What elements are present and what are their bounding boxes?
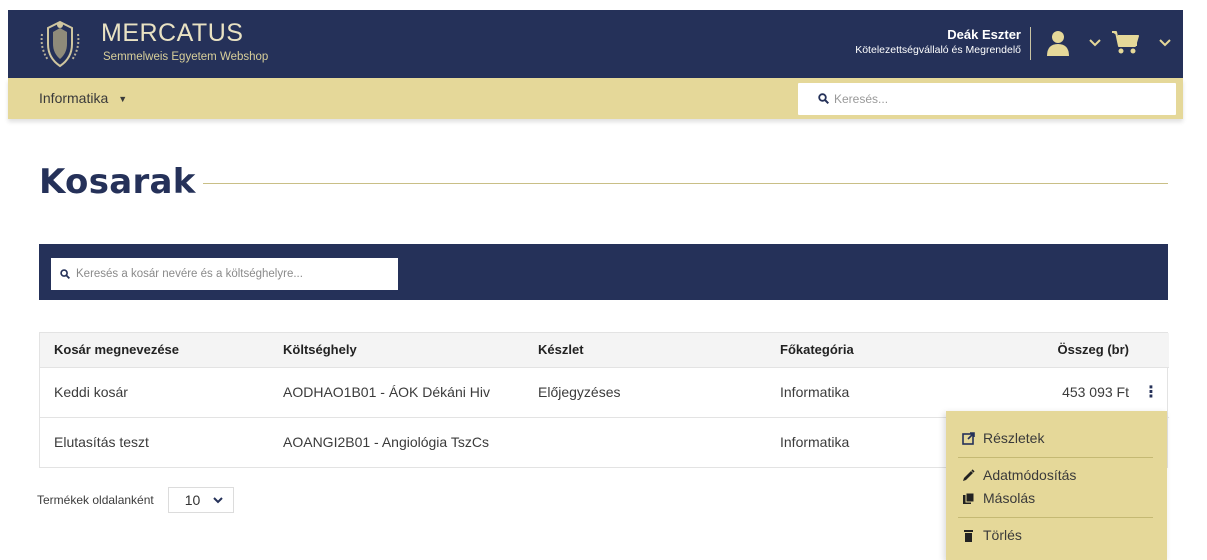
menu-item-details[interactable]: Részletek	[962, 430, 1044, 446]
column-header-total[interactable]: Összeg (br)	[976, 333, 1169, 368]
column-header-category[interactable]: Főkategória	[766, 333, 976, 368]
brand-subtitle: Semmelweis Egyetem Webshop	[103, 51, 269, 63]
basket-name[interactable]: Elutasítás teszt	[40, 417, 269, 467]
external-link-icon	[962, 431, 975, 445]
top-header: MERCATUS Semmelweis Egyetem Webshop Deák…	[8, 10, 1183, 78]
row-actions-menu: Részletek Adatmódosítás Másolás Törlés	[946, 411, 1167, 560]
user-role: Kötelezettségvállaló és Megrendelő	[855, 44, 1021, 56]
user-menu-chevron-down-icon[interactable]	[1089, 39, 1101, 47]
menu-item-delete[interactable]: Törlés	[962, 527, 1022, 543]
table-header-row: Kosár megnevezése Költséghely Készlet Fő…	[40, 333, 1169, 368]
main-category: Informatika	[780, 434, 850, 451]
menu-divider	[958, 457, 1153, 458]
header-search-input[interactable]	[834, 89, 1154, 109]
menu-item-label: Másolás	[983, 490, 1036, 506]
caret-down-icon: ▼	[118, 94, 128, 105]
page-size-select[interactable]: 10	[167, 487, 234, 513]
search-icon	[818, 93, 829, 104]
category-dropdown[interactable]: Informatika ▼	[39, 90, 127, 106]
pencil-icon	[963, 468, 975, 481]
row-actions-kebab-icon[interactable]: ⋮	[1143, 382, 1159, 402]
basket-filter-bar	[39, 244, 1168, 300]
menu-divider	[958, 517, 1153, 518]
table-row[interactable]: Keddi kosár AODHAO1B01 - ÁOK Dékáni Hiv …	[40, 367, 1169, 418]
header-divider	[1030, 27, 1031, 60]
page-size-control: Termékek oldalanként 10	[37, 487, 234, 513]
cost-center: AODHAO1B01 - ÁOK Dékáni Hiv	[269, 367, 524, 418]
menu-item-label: Részletek	[983, 430, 1045, 446]
user-name: Deák Eszter	[947, 27, 1021, 42]
stock-type: Előjegyzéses	[524, 367, 766, 418]
page-size-value: 10	[184, 492, 201, 508]
main-category: Informatika	[766, 367, 976, 418]
menu-item-copy[interactable]: Másolás	[962, 490, 1035, 506]
total-amount: 453 093 Ft	[1062, 384, 1129, 400]
menu-item-label: Törlés	[983, 527, 1022, 543]
page-size-label: Termékek oldalanként	[37, 493, 154, 507]
column-header-stock[interactable]: Készlet	[524, 333, 766, 368]
category-bar: Informatika ▼	[8, 78, 1183, 119]
copy-icon	[963, 492, 975, 504]
search-icon	[60, 269, 70, 279]
cost-center: AOANGI2B01 - Angiológia TszCs	[283, 434, 489, 451]
basket-name[interactable]: Keddi kosár	[40, 367, 269, 418]
header-search	[798, 83, 1176, 115]
menu-item-edit[interactable]: Adatmódosítás	[962, 467, 1076, 483]
basket-search	[51, 258, 398, 290]
category-label: Informatika	[39, 90, 109, 106]
university-seal-icon[interactable]	[38, 20, 82, 68]
column-header-name[interactable]: Kosár megnevezése	[40, 333, 269, 368]
trash-icon	[964, 529, 973, 542]
basket-search-input[interactable]	[76, 264, 391, 284]
user-info: Deák Eszter Kötelezettségvállaló és Megr…	[855, 27, 1021, 57]
menu-item-label: Adatmódosítás	[983, 467, 1077, 483]
title-divider	[203, 183, 1168, 184]
chevron-down-icon	[213, 497, 223, 504]
cart-icon[interactable]	[1111, 28, 1139, 56]
column-header-cost-center[interactable]: Költséghely	[269, 333, 524, 368]
total-cell: 453 093 Ft ⋮	[976, 367, 1169, 418]
cart-menu-chevron-down-icon[interactable]	[1159, 39, 1171, 47]
brand-name[interactable]: MERCATUS	[101, 19, 243, 48]
stock-type	[524, 417, 766, 467]
user-icon[interactable]	[1047, 30, 1069, 56]
page-title: Kosarak	[39, 162, 196, 202]
